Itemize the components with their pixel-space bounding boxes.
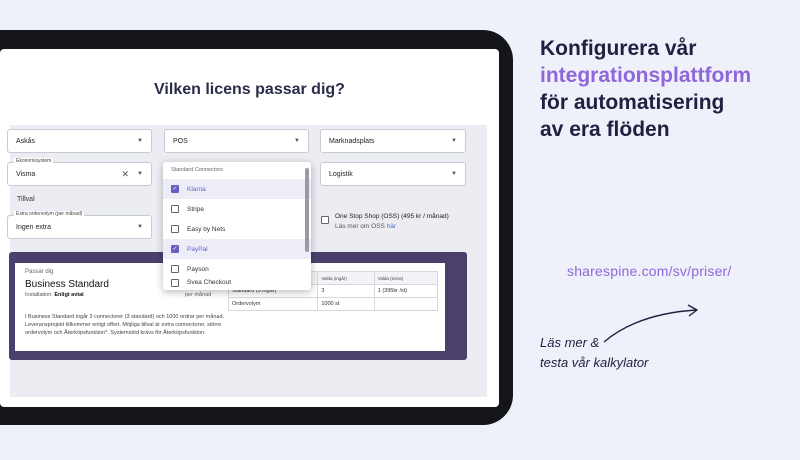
chevron-down-icon: ▼: [451, 138, 457, 144]
checkbox-checked-icon: ✓: [171, 185, 179, 193]
checkbox-icon: [171, 225, 179, 233]
checkbox-icon: [171, 265, 179, 273]
dropdown-item-klarna[interactable]: ✓ Klarna: [163, 179, 311, 199]
chevron-down-icon: ▼: [137, 224, 143, 230]
pricing-url[interactable]: sharespine.com/sv/priser/: [567, 263, 732, 279]
extra-ordervolym-value: Ingen extra: [16, 223, 52, 231]
dropdown-item-payson[interactable]: Payson: [163, 259, 311, 279]
oss-sub: Läs mer om OSS: [335, 223, 385, 230]
ekonomisystem-value: Visma: [16, 170, 36, 178]
oss-option[interactable]: One Stop Shop (OSS) (495 kr / månad) Läs…: [321, 213, 449, 230]
checkbox-checked-icon: ✓: [171, 245, 179, 253]
page-title: Vilken licens passar dig?: [154, 81, 345, 98]
marknadsplats-select[interactable]: Marknadsplats ▼: [320, 129, 466, 153]
logistik-value: Logistik: [329, 170, 353, 178]
plan-description: I Business Standard ingår 3 connectorer …: [25, 314, 225, 336]
dropdown-header: Standard Connectors: [171, 167, 223, 173]
extra-ordervolym-label: Extra ordervolym (per månad): [14, 211, 85, 217]
passar-label: Passar dig: [25, 269, 54, 275]
calculator-cta: Läs mer & testa vår kalkylator: [540, 335, 649, 370]
dropdown-item-easy-by-nets[interactable]: Easy by Nets: [163, 219, 311, 239]
dropdown-item-stripe[interactable]: Stripe: [163, 199, 311, 219]
chevron-down-icon: ▼: [137, 171, 143, 177]
checkbox-icon: [171, 279, 179, 287]
dropdown-item-paypal[interactable]: ✓ PayPal: [163, 239, 311, 259]
oss-checkbox[interactable]: [321, 216, 329, 224]
ekonomisystem-label: Ekonomisystem: [14, 158, 54, 164]
chevron-down-icon: ▼: [294, 138, 300, 144]
oss-link[interactable]: här: [387, 223, 396, 230]
per-month-label: per månad: [185, 292, 212, 298]
chevron-down-icon: ▼: [137, 138, 143, 144]
connectors-dropdown[interactable]: Standard Connectors ✓ Klarna Stripe Easy…: [163, 162, 311, 290]
extra-ordervolym-select[interactable]: Extra ordervolym (per månad) Ingen extra…: [7, 211, 152, 239]
close-icon[interactable]: ✕: [122, 169, 130, 180]
table-row: Ordervolym 1000 st: [227, 297, 439, 311]
marketing-headline: Konfigurera vår integrationsplattform fö…: [540, 37, 752, 141]
oss-label: One Stop Shop (OSS) (495 kr / månad): [335, 213, 449, 220]
dropdown-item-svea-checkout[interactable]: Svea Checkout: [163, 279, 311, 289]
pos-select[interactable]: POS ▼: [164, 129, 309, 153]
installation-info: Installation: Enligt avtal: [25, 292, 84, 298]
marknadsplats-value: Marknadsplats: [329, 137, 375, 145]
chevron-down-icon: ▼: [451, 171, 457, 177]
ekonomisystem-select[interactable]: Ekonomisystem Visma ✕ ▼: [7, 158, 152, 186]
plan-name: Business Standard: [25, 279, 109, 290]
checkbox-icon: [171, 205, 179, 213]
logistik-select[interactable]: Logistik ▼: [320, 162, 466, 186]
table-header: Valda (extra): [373, 271, 439, 285]
askas-value: Askås: [16, 137, 36, 145]
pos-value: POS: [173, 137, 188, 145]
dropdown-scrollbar[interactable]: [305, 168, 309, 252]
table-header: Valda (ingår): [317, 271, 375, 285]
askas-select[interactable]: Askås ▼: [7, 129, 152, 153]
tillval-label: Tillval: [17, 196, 35, 203]
tablet-screen: Vilken licens passar dig? Askås ▼ POS ▼ …: [0, 49, 499, 407]
